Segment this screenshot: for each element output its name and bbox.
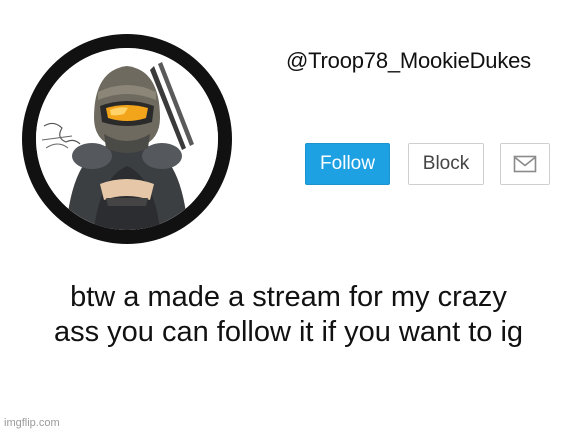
profile-avatar[interactable] xyxy=(22,34,232,244)
username[interactable]: @Troop78_MookieDukes xyxy=(286,48,576,74)
message-button[interactable] xyxy=(500,143,550,185)
imgflip-watermark: imgflip.com xyxy=(4,417,60,429)
post-text-line: btw a made a stream for my crazy xyxy=(70,281,507,313)
envelope-icon xyxy=(513,155,537,173)
post-text: btw a made a stream for my crazy ass you… xyxy=(0,280,577,350)
follow-button[interactable]: Follow xyxy=(305,143,390,185)
block-button[interactable]: Block xyxy=(408,143,484,185)
armored-helmet-figure-avatar xyxy=(36,48,218,230)
post-text-line: ass you can follow it if you want to ig xyxy=(53,316,524,348)
